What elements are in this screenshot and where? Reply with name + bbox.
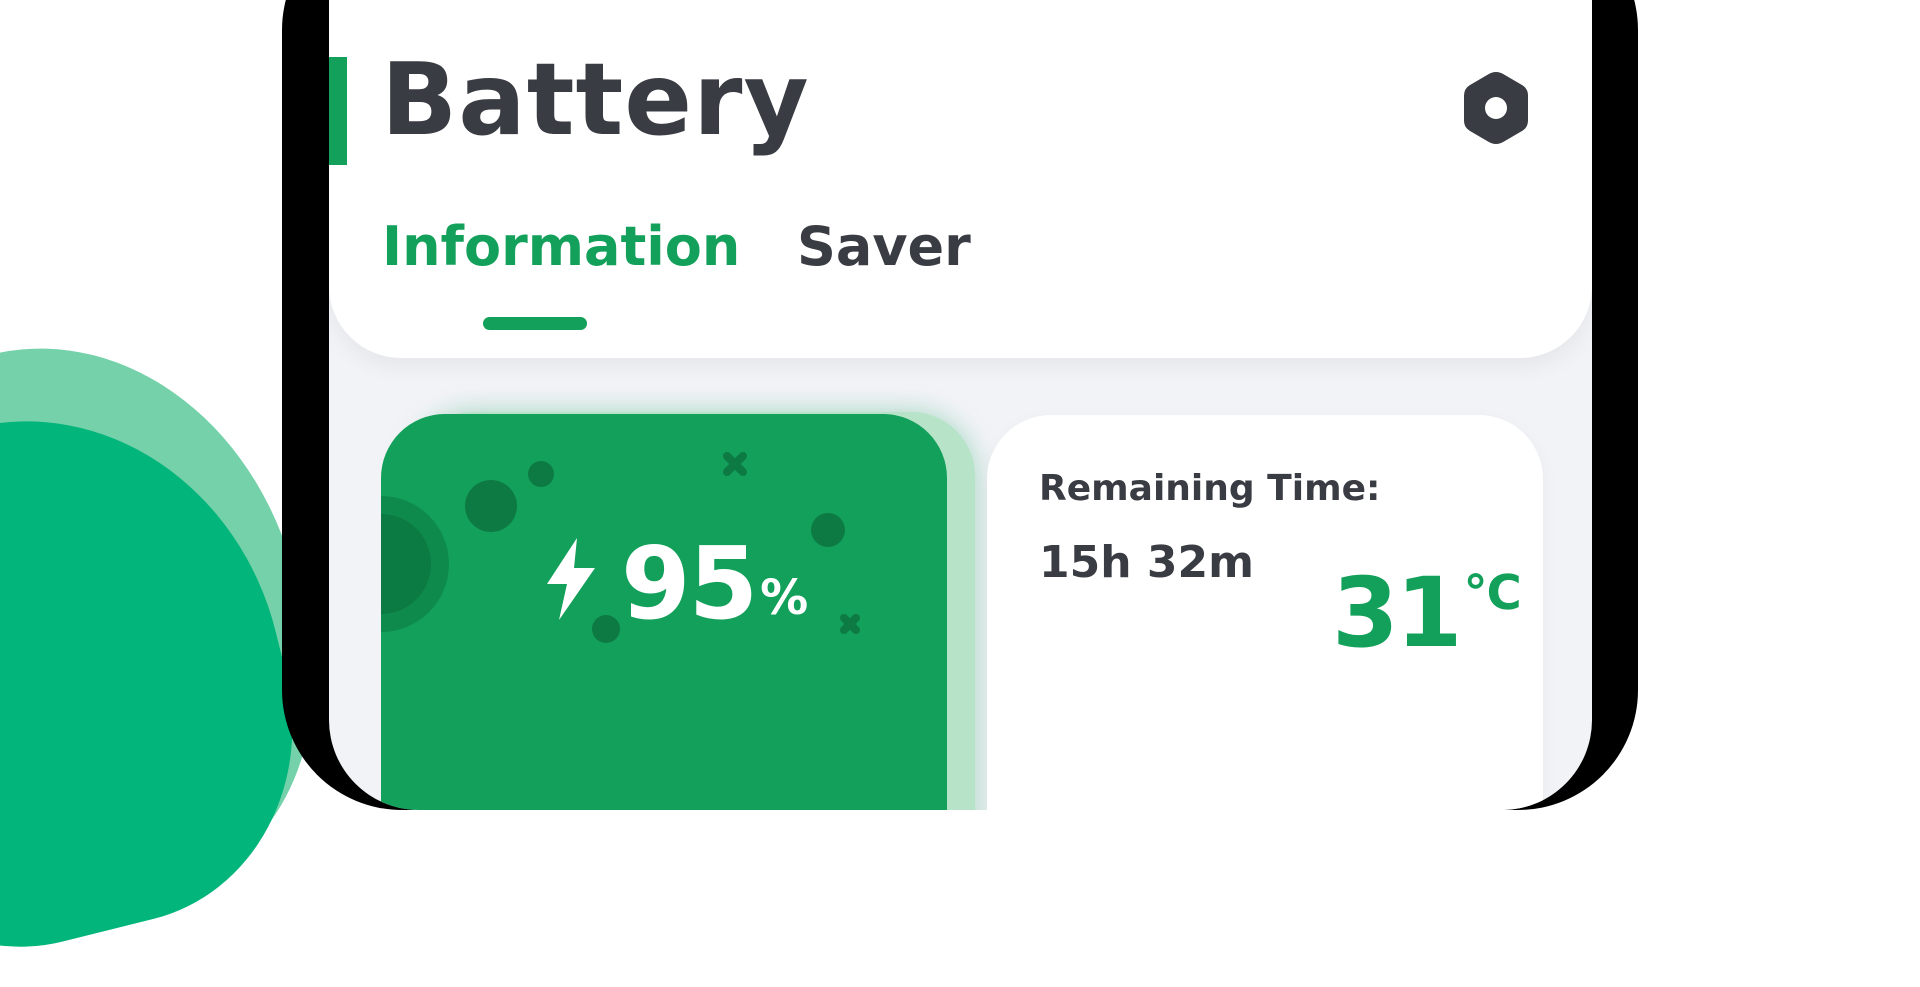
settings-button[interactable] [1460,68,1532,148]
temperature-value: 31 [1332,557,1463,669]
battery-level-unit: % [760,570,809,626]
remaining-time-label: Remaining Time: [1039,468,1381,509]
tab-saver[interactable]: Saver [797,220,971,274]
temperature-unit: ℃ [1463,565,1522,621]
battery-level-card: 95 % [381,414,947,810]
page-title: Battery [381,41,810,158]
title-accent-bar [329,57,347,165]
temperature-readout: 31 ℃ [1332,565,1522,661]
header-card: Battery Information Saver [329,0,1592,358]
phone-frame: Battery Information Saver 95 % Remaining… [282,0,1638,810]
lightning-bolt-icon [547,538,595,620]
tab-information[interactable]: Information [382,220,740,274]
remaining-time-value: 15h 32m [1039,537,1254,588]
battery-level-row: 95 % [543,534,808,634]
phone-screen: Battery Information Saver 95 % Remaining… [329,0,1592,810]
active-tab-indicator [483,317,587,330]
battery-level-value: 95 [621,525,758,642]
settings-icon [1464,72,1528,144]
battery-info-card: Remaining Time: 15h 32m 31 ℃ [987,415,1543,810]
